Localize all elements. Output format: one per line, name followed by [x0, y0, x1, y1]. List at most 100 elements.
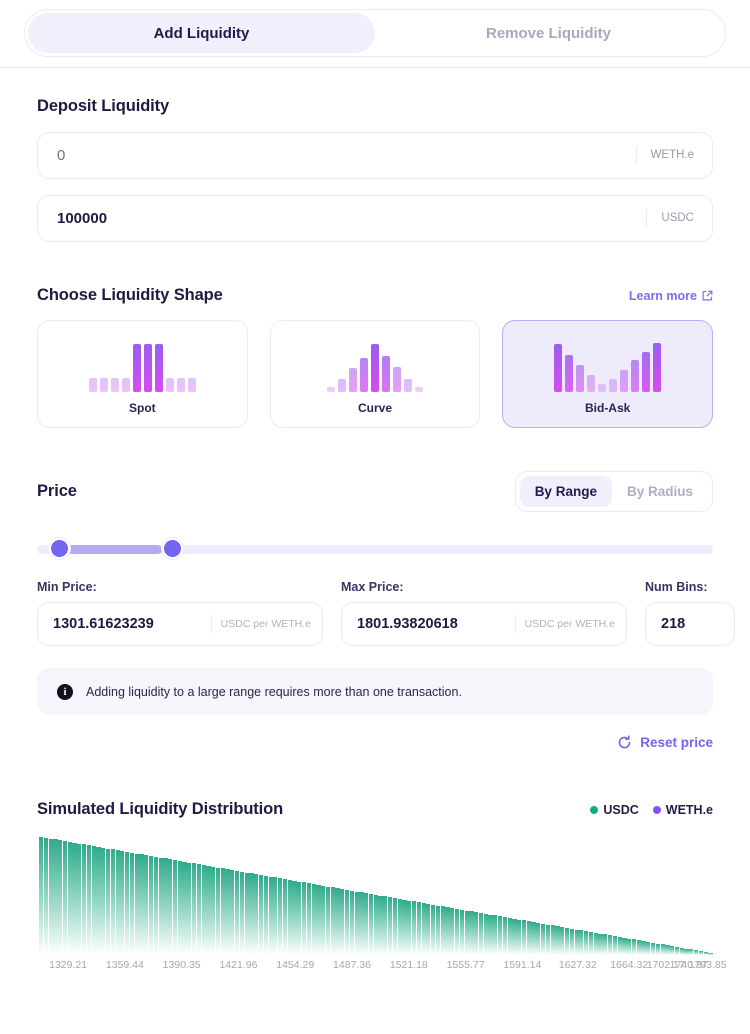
x-axis-tick-label: 1591.14 — [503, 959, 542, 971]
usdc-token-label: USDC — [646, 209, 712, 228]
chart-bar — [646, 941, 651, 955]
usdc-amount-field[interactable]: USDC — [37, 195, 713, 242]
chart-bar — [235, 870, 240, 955]
shape-option-bid-ask[interactable]: Bid-Ask — [502, 320, 713, 428]
x-axis-tick-label: 1627.32 — [558, 959, 597, 971]
chart-bar — [134, 853, 139, 955]
reset-price-button[interactable]: Reset price — [617, 735, 713, 750]
chart-bar — [349, 890, 354, 955]
chart-bar — [172, 860, 178, 955]
tab-remove-liquidity[interactable]: Remove Liquidity — [375, 13, 722, 53]
shape-option-spot[interactable]: Spot — [37, 320, 248, 428]
chart-bar — [325, 886, 331, 955]
chart-bar — [641, 941, 646, 955]
simulated-distribution-section: Simulated Liquidity Distribution USDC WE… — [37, 800, 727, 977]
chart-bar — [62, 841, 68, 955]
chart-bar — [397, 898, 402, 955]
tab-bar-container: Add Liquidity Remove Liquidity — [0, 0, 750, 68]
max-price-group: Max Price: USDC per WETH.e — [341, 580, 627, 646]
chart-bar — [636, 940, 641, 955]
chart-bar — [110, 849, 115, 955]
price-range-slider[interactable] — [37, 538, 713, 560]
x-axis-tick-label: 1793.85 — [688, 959, 727, 971]
chart-bar — [96, 846, 101, 955]
chart-bar — [359, 892, 364, 955]
shape-option-spot-label: Spot — [128, 401, 156, 415]
external-link-icon — [702, 290, 713, 301]
max-price-unit: USDC per WETH.e — [514, 615, 626, 633]
chart-bar — [330, 887, 335, 955]
min-price-field[interactable]: USDC per WETH.e — [37, 602, 323, 646]
chart-bar — [588, 932, 594, 955]
chart-bar — [555, 926, 560, 955]
chart-bar — [498, 916, 503, 955]
liquidity-shape-header: Choose Liquidity Shape Learn more — [37, 286, 713, 305]
chart-bar — [569, 928, 574, 955]
deposit-liquidity-title: Deposit Liquidity — [37, 97, 170, 115]
chart-bar — [86, 845, 91, 955]
chart-bar — [125, 851, 130, 955]
chart-bar — [287, 879, 292, 955]
chart-bar — [651, 942, 656, 955]
x-axis-tick-label: 1329.21 — [49, 959, 88, 971]
chart-bar — [206, 865, 211, 955]
chart-bar — [689, 949, 694, 955]
chart-bar — [335, 888, 340, 955]
chart-bar — [502, 917, 507, 955]
chart-bar — [258, 875, 264, 955]
simulated-distribution-header: Simulated Liquidity Distribution USDC WE… — [37, 800, 713, 819]
chart-bar — [182, 861, 187, 955]
legend-item-usdc: USDC — [590, 803, 639, 817]
shape-option-curve[interactable]: Curve — [269, 320, 481, 428]
chart-bar — [440, 906, 445, 955]
min-price-input[interactable] — [53, 616, 211, 632]
legend-label-weth: WETH.e — [665, 802, 713, 817]
shape-option-bid-ask-label: Bid-Ask — [584, 401, 631, 415]
tab-remove-liquidity-label: Remove Liquidity — [485, 24, 612, 42]
x-axis-tick-label: 1487.36 — [333, 959, 371, 971]
chart-bar — [469, 911, 474, 955]
chart-bar — [617, 936, 622, 955]
large-range-notice-text: Adding liquidity to a large range requir… — [86, 684, 462, 699]
chart-bar — [402, 899, 407, 955]
chart-bar — [474, 912, 479, 955]
num-bins-input[interactable] — [661, 616, 734, 632]
usdc-amount-input[interactable] — [57, 210, 647, 227]
price-mode-by-range[interactable]: By Range — [519, 476, 612, 507]
weth-amount-field[interactable]: WETH.e — [37, 132, 713, 179]
chart-bar — [177, 860, 182, 955]
chart-bar — [612, 936, 617, 955]
price-inputs-row: Min Price: USDC per WETH.e Max Price: US… — [37, 580, 735, 646]
x-axis-tick-label: 1664.32 — [610, 959, 649, 971]
chart-bar — [368, 894, 374, 955]
chart-bar — [91, 846, 96, 955]
chart-bar — [139, 854, 144, 955]
max-price-input[interactable] — [357, 616, 515, 632]
chart-bar — [249, 873, 254, 955]
chart-bar — [584, 931, 589, 955]
chart-bar — [517, 919, 522, 955]
price-title: Price — [37, 482, 77, 500]
price-mode-by-radius[interactable]: By Radius — [612, 476, 708, 507]
num-bins-field[interactable] — [645, 602, 735, 646]
chart-bar — [163, 858, 168, 955]
chart-bar — [674, 946, 680, 955]
chart-bar — [493, 915, 498, 955]
liquidity-shape-section: Choose Liquidity Shape Learn more Spot C… — [37, 286, 713, 428]
chart-bar — [373, 894, 378, 955]
chart-bar — [684, 948, 689, 955]
chart-bar — [43, 837, 48, 955]
slider-thumb-max[interactable] — [162, 538, 184, 559]
learn-more-link[interactable]: Learn more — [629, 289, 713, 303]
chart-bar — [364, 893, 369, 955]
chart-bar — [282, 879, 288, 955]
tab-add-liquidity[interactable]: Add Liquidity — [28, 13, 375, 53]
slider-thumb-min[interactable] — [49, 538, 71, 559]
chart-bar — [105, 848, 111, 955]
chart-bar — [660, 944, 665, 955]
chart-bar — [244, 872, 249, 955]
chart-bar — [225, 869, 230, 955]
max-price-field[interactable]: USDC per WETH.e — [341, 602, 627, 646]
chart-bar — [101, 847, 106, 955]
weth-amount-input[interactable] — [57, 147, 636, 164]
